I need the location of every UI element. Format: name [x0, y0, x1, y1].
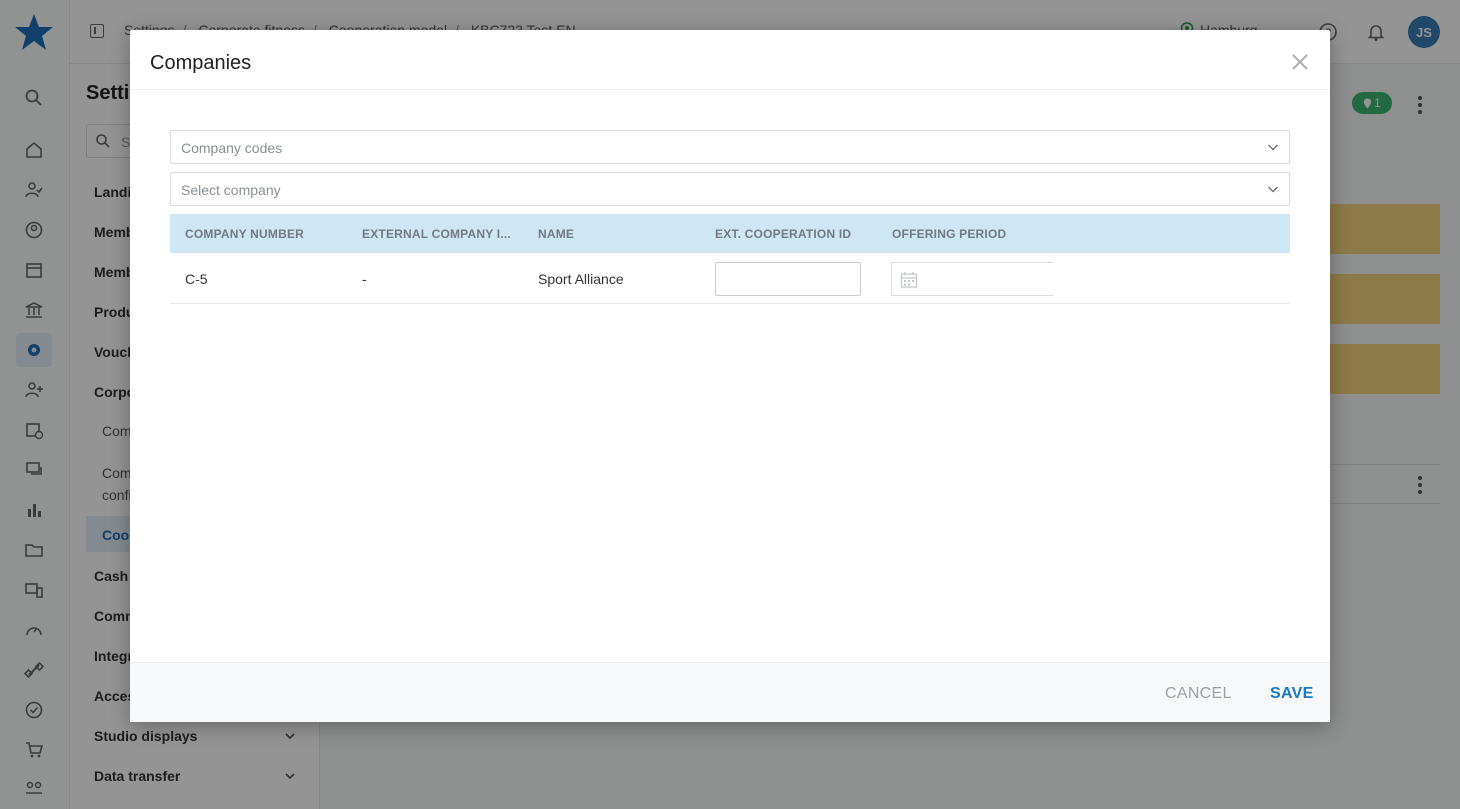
column-header-company-number[interactable]: COMPANY NUMBER	[185, 227, 304, 241]
offering-period-date-input[interactable]	[891, 262, 1053, 296]
save-button[interactable]: SAVE	[1270, 685, 1314, 703]
dialog-title: Companies	[150, 52, 252, 74]
company-codes-placeholder: Company codes	[181, 140, 283, 156]
cell-company-number: C-5	[185, 271, 208, 287]
chevron-down-icon	[1268, 186, 1278, 193]
dialog-footer: CANCEL SAVE	[130, 662, 1330, 722]
select-company-placeholder: Select company	[181, 182, 281, 198]
column-header-external-company-id[interactable]: EXTERNAL COMPANY I...	[362, 227, 511, 241]
chevron-down-icon	[1268, 144, 1278, 151]
ext-cooperation-id-input[interactable]	[715, 262, 861, 296]
cancel-button[interactable]: CANCEL	[1165, 685, 1232, 703]
table-row: C-5 - Sport Alliance	[170, 253, 1290, 304]
company-codes-select[interactable]: Company codes	[170, 130, 1290, 164]
cell-external-company-id: -	[362, 271, 367, 287]
dialog-header: Companies	[130, 30, 1330, 90]
column-header-name[interactable]: NAME	[538, 227, 574, 241]
column-header-offering-period[interactable]: OFFERING PERIOD	[892, 227, 1006, 241]
close-icon[interactable]	[1288, 50, 1312, 74]
companies-dialog: Companies Company codes Select company C…	[130, 30, 1330, 722]
table-header: COMPANY NUMBER EXTERNAL COMPANY I... NAM…	[170, 214, 1290, 253]
calendar-icon[interactable]	[900, 271, 918, 289]
select-company-select[interactable]: Select company	[170, 172, 1290, 206]
companies-table: COMPANY NUMBER EXTERNAL COMPANY I... NAM…	[170, 214, 1290, 304]
column-header-ext-cooperation-id[interactable]: EXT. COOPERATION ID	[715, 227, 851, 241]
cell-name: Sport Alliance	[538, 271, 624, 287]
